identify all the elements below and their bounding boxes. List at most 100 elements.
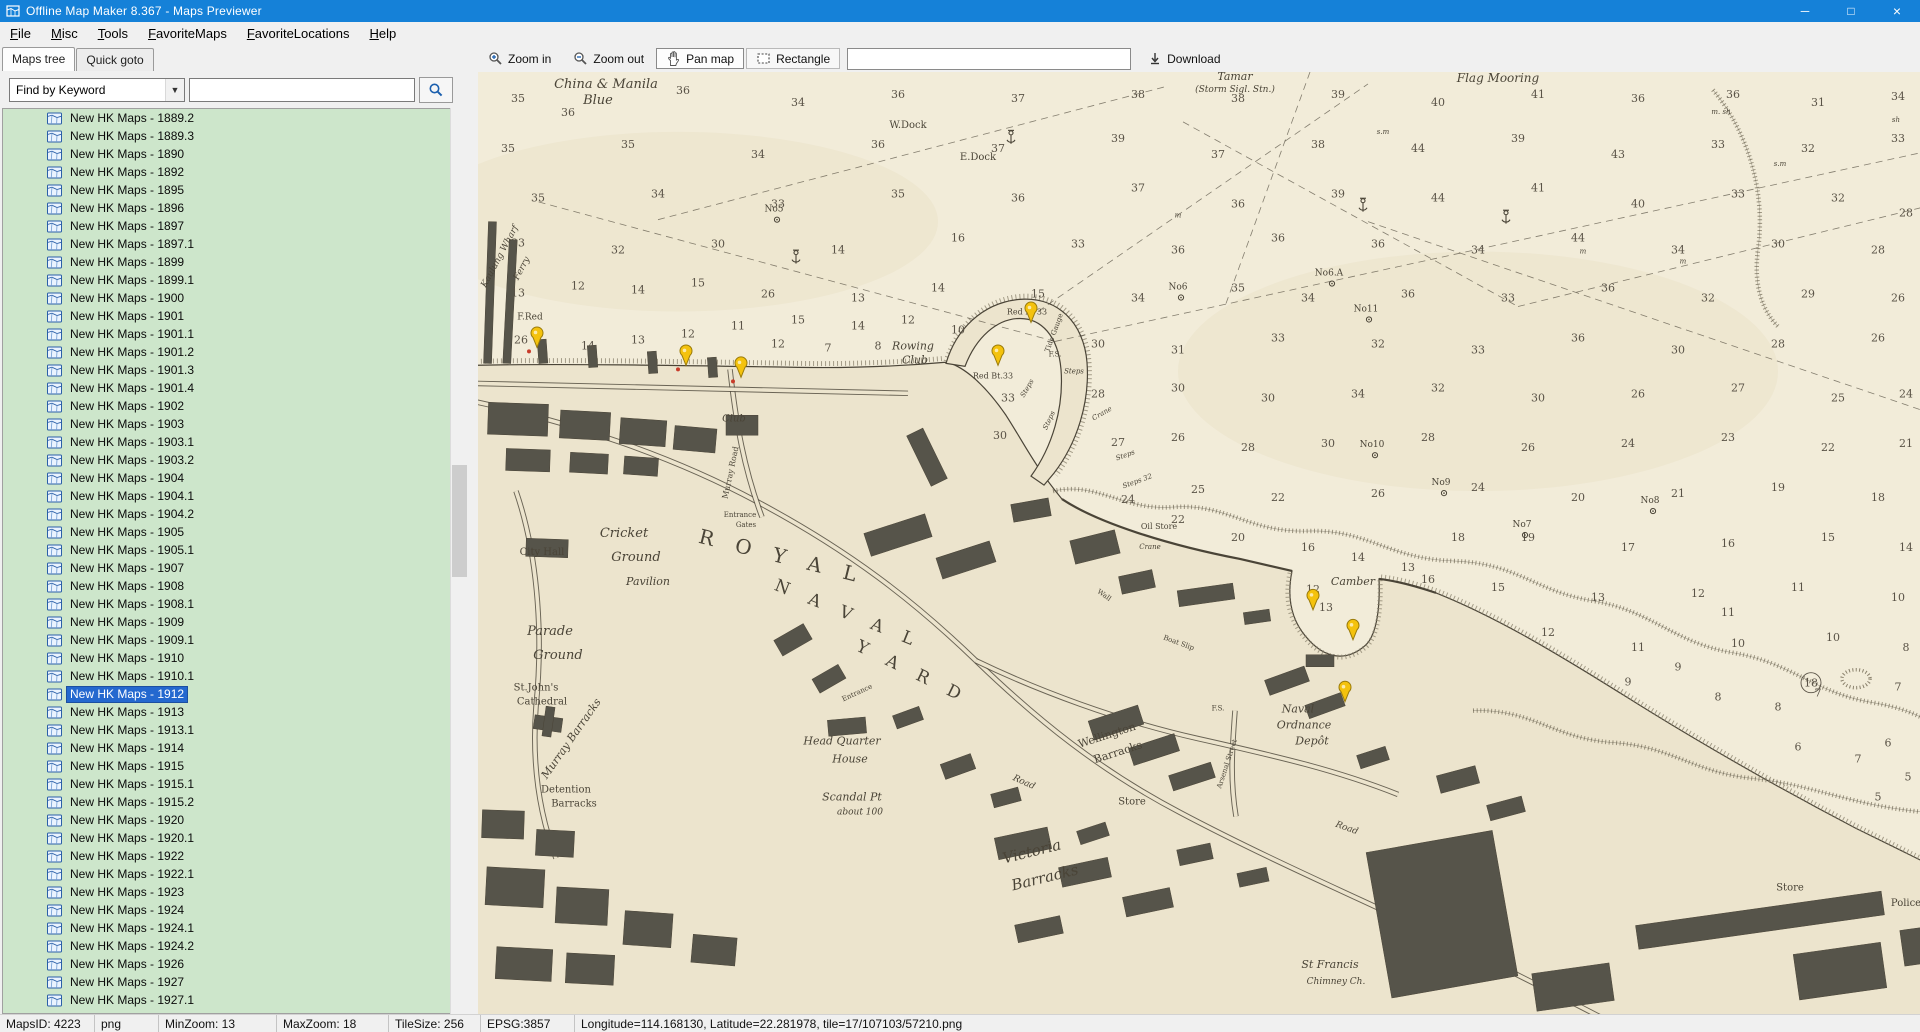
tree-item[interactable]: New HK Maps - 1922.1 [3,865,450,883]
map-label: F.S. [1049,350,1062,358]
tree-item[interactable]: New HK Maps - 1920 [3,811,450,829]
download-button[interactable]: Download [1138,48,1230,69]
minimize-button[interactable]: ─ [1782,0,1828,22]
tree-item[interactable]: New HK Maps - 1901.2 [3,343,450,361]
search-button[interactable] [419,77,453,103]
map-label: Ground [611,550,660,565]
tree-item[interactable]: New HK Maps - 1910 [3,649,450,667]
menu-tools[interactable]: Tools [88,24,138,44]
building [623,456,658,476]
tree-item[interactable]: New HK Maps - 1927 [3,973,450,991]
tree-item[interactable]: New HK Maps - 1910.1 [3,667,450,685]
tree-item[interactable]: New HK Maps - 1896 [3,199,450,217]
map-icon [47,706,62,719]
tree-item[interactable]: New HK Maps - 1889.3 [3,127,450,145]
map-canvas[interactable]: 3536363436373838394041363631343535343637… [478,72,1920,1014]
tree-item[interactable]: New HK Maps - 1907 [3,559,450,577]
menu-favoritelocations[interactable]: FavoriteLocations [237,24,360,44]
depth-number: 30 [993,429,1007,442]
tree-item[interactable]: New HK Maps - 1905 [3,523,450,541]
tree-item[interactable]: New HK Maps - 1915.1 [3,775,450,793]
depth-number: 14 [851,319,865,332]
tree-item[interactable]: New HK Maps - 1903.2 [3,451,450,469]
tree-item[interactable]: New HK Maps - 1901.4 [3,379,450,397]
tree-item[interactable]: New HK Maps - 1909 [3,613,450,631]
tree-item[interactable]: New HK Maps - 1899 [3,253,450,271]
search-input[interactable] [189,78,415,102]
rectangle-button[interactable]: Rectangle [746,48,840,69]
depth-number: 25 [1831,391,1845,404]
tree-item[interactable]: New HK Maps - 1912 [3,685,450,703]
map-icon [47,544,62,557]
tab-quick-goto[interactable]: Quick goto [76,48,153,71]
depth-number: 30 [1671,343,1685,356]
tree-item[interactable]: New HK Maps - 1889.2 [3,109,450,127]
tree-item[interactable]: New HK Maps - 1895 [3,181,450,199]
tree-item[interactable]: New HK Maps - 1924.2 [3,937,450,955]
tree-item[interactable]: New HK Maps - 1913.1 [3,721,450,739]
menu-favoritemaps[interactable]: FavoriteMaps [138,24,237,44]
tree-item[interactable]: New HK Maps - 1899.1 [3,271,450,289]
tree-item[interactable]: New HK Maps - 1926 [3,955,450,973]
depth-number: 36 [891,88,905,101]
tree-item[interactable]: New HK Maps - 1902 [3,397,450,415]
tree-item[interactable]: New HK Maps - 1904.1 [3,487,450,505]
tree-item[interactable]: New HK Maps - 1904.2 [3,505,450,523]
close-button[interactable]: × [1874,0,1920,22]
menu-file[interactable]: File [0,24,41,44]
zoom-in-button[interactable]: Zoom in [478,48,561,69]
tree-item[interactable]: New HK Maps - 1904 [3,469,450,487]
map-label: Cathedral [517,697,567,708]
tree-item[interactable]: New HK Maps - 1901 [3,307,450,325]
tree-item[interactable]: New HK Maps - 1903.1 [3,433,450,451]
tree-item[interactable]: New HK Maps - 1915 [3,757,450,775]
toolbar-input[interactable] [847,48,1131,70]
map-icon [47,976,62,989]
tree-item[interactable]: New HK Maps - 1892 [3,163,450,181]
depth-number: 19 [1771,481,1785,494]
menu-misc[interactable]: Misc [41,24,88,44]
tree-item[interactable]: New HK Maps - 1903 [3,415,450,433]
tree-scrollbar[interactable] [450,108,468,1014]
map-label: W.Dock [889,120,927,131]
tree-item[interactable]: New HK Maps - 1924 [3,901,450,919]
tree-item[interactable]: New HK Maps - 1901.3 [3,361,450,379]
map-icon [47,148,62,161]
tree-item[interactable]: New HK Maps - 1901.1 [3,325,450,343]
depth-number: 30 [1171,381,1185,394]
tab-maps-tree[interactable]: Maps tree [2,47,75,71]
chevron-down-icon[interactable]: ▼ [165,79,184,101]
tree-item[interactable]: New HK Maps - 1900 [3,289,450,307]
tree-item[interactable]: New HK Maps - 1927.1 [3,991,450,1009]
zoom-out-button[interactable]: Zoom out [563,48,654,69]
find-mode-dropdown[interactable]: Find by Keyword ▼ [9,78,185,102]
map-icon [47,760,62,773]
tree-item-label: New HK Maps - 1910 [67,651,187,666]
tree-item[interactable]: New HK Maps - 1914 [3,739,450,757]
menu-help[interactable]: Help [359,24,406,44]
depth-number: 15 [1031,288,1045,301]
tree-item[interactable]: New HK Maps - 1897 [3,217,450,235]
map-icon [47,922,62,935]
scrollbar-thumb[interactable] [452,465,467,577]
depth-number: 12 [1541,626,1555,639]
tree-item[interactable]: New HK Maps - 1908.1 [3,595,450,613]
pan-map-button[interactable]: Pan map [656,48,744,69]
tree-item[interactable]: New HK Maps - 1922 [3,847,450,865]
tree-item[interactable]: New HK Maps - 1913 [3,703,450,721]
maximize-button[interactable]: □ [1828,0,1874,22]
tree-item[interactable]: New HK Maps - 1897.1 [3,235,450,253]
tree-item[interactable]: New HK Maps - 1915.2 [3,793,450,811]
tree-item[interactable]: New HK Maps - 1923 [3,883,450,901]
tree-item[interactable]: New HK Maps - 1920.1 [3,829,450,847]
zoom-in-icon [488,51,503,66]
status-format: png [95,1015,159,1032]
tree-item[interactable]: New HK Maps - 1890 [3,145,450,163]
depth-number: 14 [631,284,645,297]
tree-item[interactable]: New HK Maps - 1905.1 [3,541,450,559]
tree-item[interactable]: New HK Maps - 1924.1 [3,919,450,937]
depth-number: 38 [1131,88,1145,101]
tree-item[interactable]: New HK Maps - 1909.1 [3,631,450,649]
map-icon [47,400,62,413]
tree-item[interactable]: New HK Maps - 1908 [3,577,450,595]
